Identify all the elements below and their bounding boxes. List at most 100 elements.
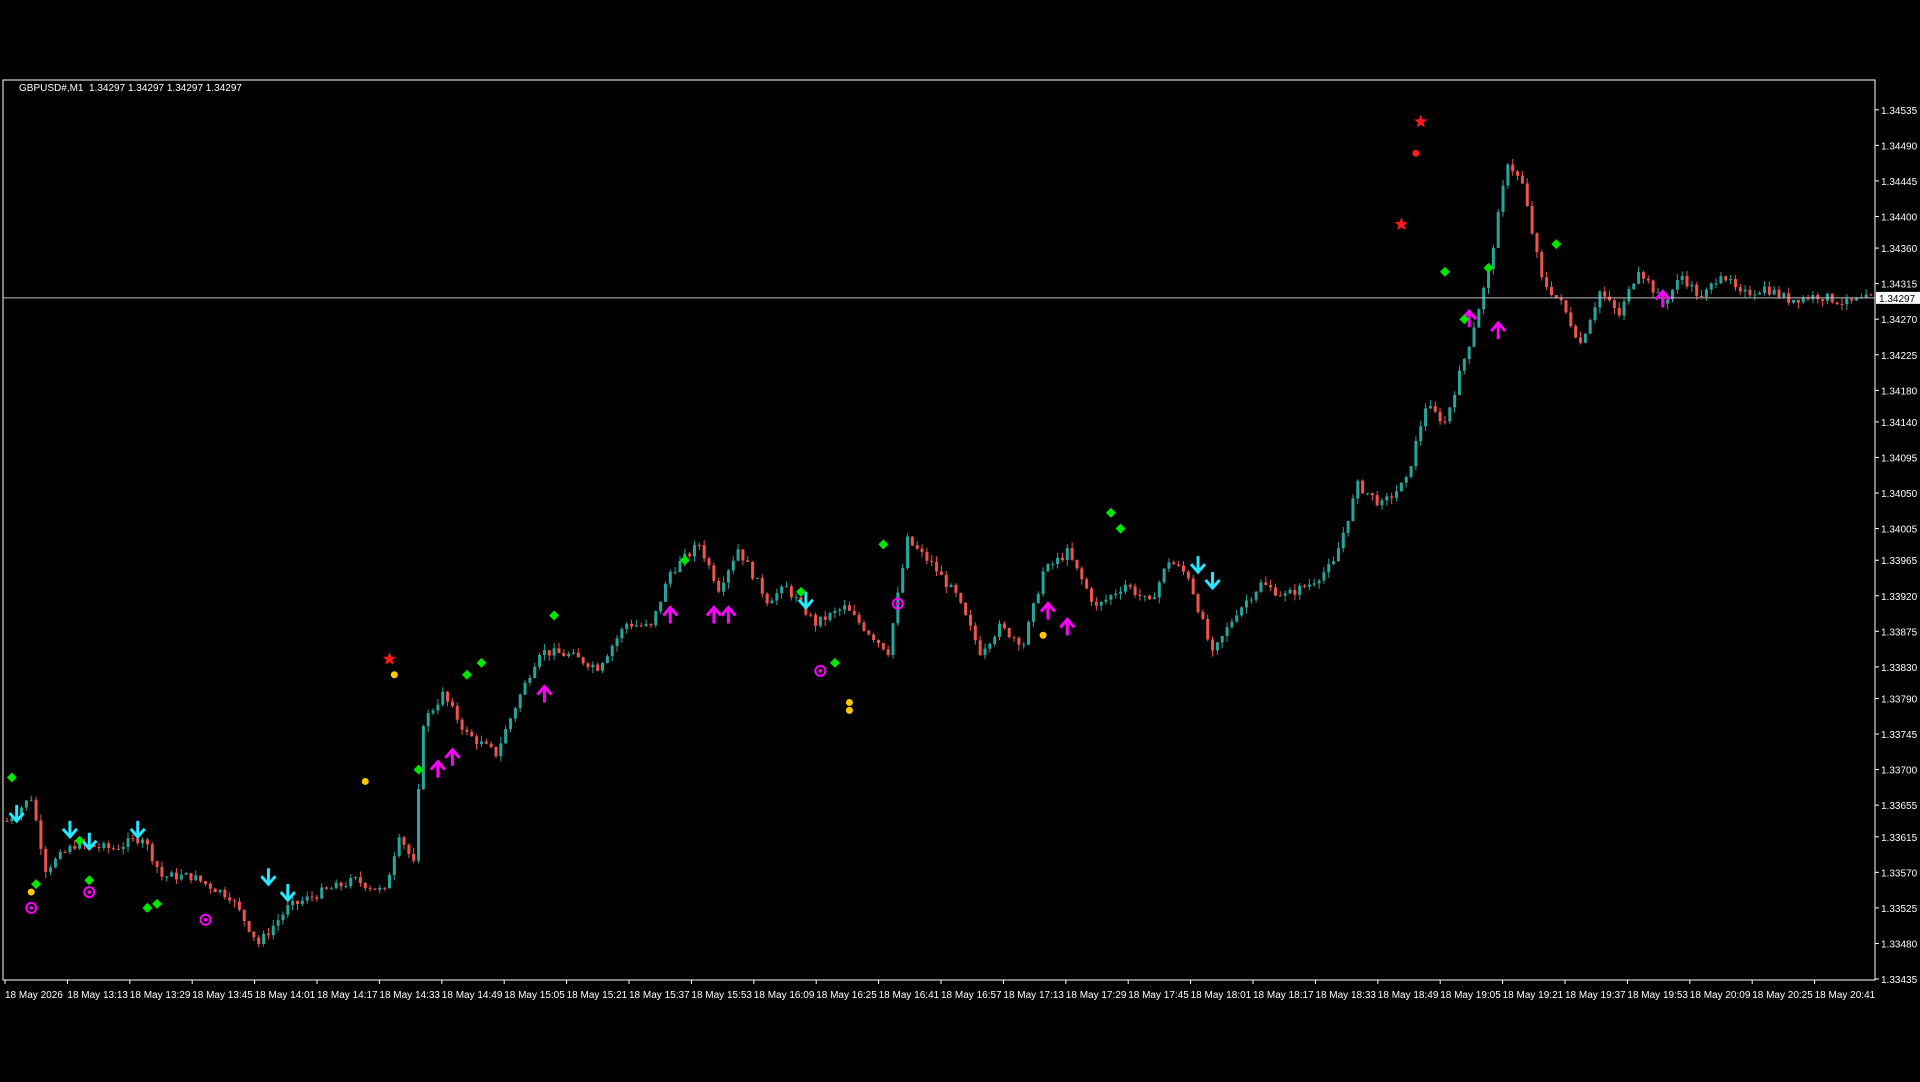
candle-body	[1322, 572, 1326, 581]
ring-star-icon	[199, 913, 212, 926]
candle-body	[431, 710, 435, 714]
candle-body	[1385, 496, 1389, 501]
candle-body	[199, 875, 203, 882]
candle-body	[1588, 320, 1592, 334]
candle-body	[97, 847, 101, 849]
candle-body	[436, 704, 440, 711]
candle-body	[1220, 635, 1224, 643]
candle-body	[1608, 296, 1612, 301]
candle-body	[179, 874, 183, 880]
candle-body	[1399, 482, 1403, 492]
candle-body	[281, 914, 285, 921]
star-icon	[1394, 217, 1408, 230]
candle-body	[1031, 603, 1035, 622]
price-axis: 1.34535 1.34490 1.34445 1.34400 1.34360 1.343…	[1875, 106, 1918, 986]
time-axis: 18 May 2026 18 May 13:13 18 May 13:29 18 Ma…	[4, 980, 1876, 1001]
candle-body	[552, 648, 556, 656]
price-chart[interactable]: 1.34297 1.345351.344901.344451.344001.34…	[0, 0, 1920, 1082]
candle-body	[731, 560, 735, 571]
candle-body	[1138, 594, 1142, 597]
candle-body	[49, 867, 53, 872]
chart-window[interactable]: GBPUSD#,M1 1.34297 1.34297 1.34297 1.342…	[0, 0, 1920, 1082]
candle-body	[1864, 294, 1868, 298]
diamond-icon	[829, 657, 840, 668]
candle-body	[881, 643, 885, 650]
diamond-icon	[142, 902, 153, 913]
candle-body	[547, 650, 551, 656]
candle-body	[654, 611, 658, 626]
candle-body	[1792, 299, 1796, 303]
candle-body	[576, 652, 580, 658]
diamond-icon	[476, 657, 487, 668]
candle-body	[329, 888, 333, 890]
candle-body	[412, 853, 416, 861]
arrow-up-icon	[705, 605, 722, 624]
arrow-down-icon	[1204, 571, 1221, 591]
candle-body	[891, 623, 895, 655]
candle-body	[1351, 498, 1355, 521]
candle-body	[1700, 295, 1704, 297]
y-tick-label: 1.34005	[1881, 525, 1918, 536]
candle-body	[1235, 615, 1239, 622]
candle-body	[121, 846, 125, 850]
y-tick-label: 1.33525	[1881, 904, 1918, 915]
y-tick-label: 1.33920	[1881, 592, 1918, 603]
candle-body	[784, 586, 788, 588]
candle-body	[1361, 480, 1365, 494]
candle-body	[1651, 280, 1655, 293]
candle-body	[1622, 301, 1626, 316]
candle-body	[1603, 291, 1607, 297]
candle-body	[872, 634, 876, 641]
candle-body	[1704, 289, 1708, 297]
candle-body	[504, 729, 508, 744]
candle-body	[630, 623, 634, 627]
candle-body	[1632, 283, 1636, 290]
y-tick-label: 1.34095	[1881, 453, 1918, 464]
y-tick-label: 1.34400	[1881, 212, 1918, 223]
candle-body	[925, 551, 929, 561]
ring-center	[203, 917, 208, 922]
candle-body	[1099, 601, 1103, 606]
candle-body	[247, 921, 251, 932]
candle-body	[668, 572, 672, 584]
candle-body	[1114, 593, 1118, 596]
candle-body	[1796, 299, 1800, 303]
candle-body	[1840, 304, 1844, 306]
candle-body	[935, 561, 939, 572]
candle-body	[460, 719, 464, 730]
candle-body	[1811, 294, 1815, 300]
candle-body	[973, 625, 977, 641]
candle-body	[262, 933, 266, 945]
candle-body	[184, 873, 188, 875]
candle-body	[242, 909, 246, 922]
candle-body	[397, 837, 401, 857]
candle-body	[1821, 299, 1825, 301]
candle-body	[1283, 593, 1287, 596]
candle-body	[1278, 595, 1282, 597]
x-tick-label: 18 May 13:29	[130, 990, 191, 1001]
x-tick-label: 18 May 17:45	[1128, 990, 1189, 1001]
candle-body	[571, 652, 575, 654]
y-tick-label: 1.33875	[1881, 627, 1918, 638]
x-tick-label: 18 May 14:49	[442, 990, 503, 1001]
candle-body	[1240, 607, 1244, 616]
candle-body	[1080, 568, 1084, 580]
candle-body	[1090, 588, 1094, 602]
candle-body	[131, 838, 135, 840]
candle-body	[663, 583, 667, 602]
candle-body	[1729, 279, 1733, 281]
candle-body	[58, 851, 62, 859]
candle-body	[625, 623, 629, 630]
candle-body	[1472, 327, 1476, 347]
candle-body	[567, 653, 571, 657]
candle-body	[1196, 594, 1200, 613]
y-tick-label: 1.33435	[1881, 975, 1918, 986]
arrow-up-icon	[1490, 320, 1507, 340]
y-tick-label: 1.33655	[1881, 801, 1918, 812]
candle-body	[1303, 585, 1307, 587]
candle-body	[141, 839, 145, 844]
candle-body	[170, 872, 174, 877]
diamond-icon	[84, 875, 95, 886]
candle-body	[659, 601, 663, 612]
candle-body	[562, 653, 566, 657]
